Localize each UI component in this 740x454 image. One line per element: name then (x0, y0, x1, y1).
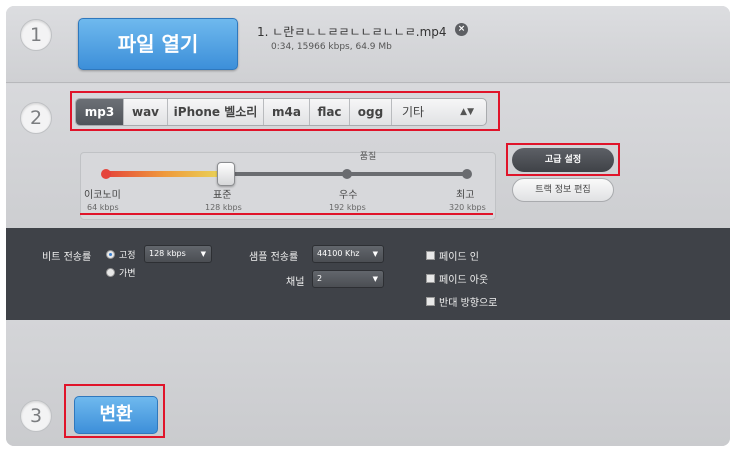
channels-label: 채널 (286, 277, 305, 288)
quality-label: 품질 (359, 152, 377, 162)
fade-out-label: 페이드 아웃 (439, 275, 489, 286)
quality-rate-best: 320 kbps (449, 203, 486, 212)
fade-in-label: 페이드 인 (439, 252, 479, 263)
quality-stop-best[interactable] (462, 169, 472, 179)
quality-track-fill (104, 171, 226, 177)
quality-highlight-underline (80, 213, 493, 215)
samplerate-value: 44100 Khz (317, 249, 360, 258)
reverse-checkbox[interactable] (426, 297, 435, 306)
edit-track-info-button[interactable]: 트랙 정보 편집 (512, 178, 614, 202)
fade-out-checkbox[interactable] (426, 274, 435, 283)
quality-rate-economy: 64 kbps (87, 203, 119, 212)
bitrate-fixed-radio[interactable] (106, 250, 115, 259)
file-meta: 0:34, 15966 kbps, 64.9 Mb (271, 42, 392, 52)
step-open-file: 1 파일 열기 1. ㄴ란ㄹㄴㄴㄹㄹㄴㄴㄹㄴㄴㄹ.mp4 × 0:34, 159… (6, 6, 730, 83)
format-tabs-highlight (70, 91, 500, 131)
channels-dropdown[interactable]: 2 ▼ (312, 270, 384, 288)
chevron-down-icon: ▼ (372, 250, 378, 258)
chevron-down-icon: ▼ (200, 250, 206, 258)
convert-button-highlight (64, 384, 165, 438)
reverse-label: 반대 방향으로 (439, 298, 498, 309)
quality-rate-standard: 128 kbps (205, 203, 242, 212)
bitrate-fixed-label: 고정 (119, 251, 136, 261)
quality-level-economy: 이코노미 (84, 190, 121, 201)
bitrate-variable-radio[interactable] (106, 268, 115, 277)
quality-stop-good[interactable] (342, 169, 352, 179)
bitrate-dropdown[interactable]: 128 kbps ▼ (144, 245, 212, 263)
quality-level-best: 최고 (456, 190, 475, 201)
samplerate-label: 샘플 전송률 (249, 252, 299, 263)
step-number-3: 3 (20, 400, 52, 432)
chevron-down-icon: ▼ (372, 275, 378, 283)
advanced-button-highlight (506, 143, 620, 176)
audio-converter-app: 1 파일 열기 1. ㄴ란ㄹㄴㄴㄹㄹㄴㄴㄹㄴㄴㄹ.mp4 × 0:34, 159… (6, 6, 730, 446)
open-file-button[interactable]: 파일 열기 (78, 18, 238, 70)
quality-stop-economy[interactable] (101, 169, 111, 179)
step-number-1: 1 (20, 19, 52, 51)
samplerate-dropdown[interactable]: 44100 Khz ▼ (312, 245, 384, 263)
quality-slider-thumb[interactable] (217, 162, 235, 186)
bitrate-variable-label: 가변 (119, 269, 136, 279)
fade-in-checkbox[interactable] (426, 251, 435, 260)
quality-level-good: 우수 (339, 190, 358, 201)
file-name: 1. ㄴ란ㄹㄴㄴㄹㄹㄴㄴㄹㄴㄴㄹ.mp4 (257, 25, 447, 39)
quality-level-standard: 표준 (213, 190, 232, 201)
quality-rate-good: 192 kbps (329, 203, 366, 212)
step-number-2: 2 (20, 102, 52, 134)
close-circle-icon[interactable]: × (455, 23, 468, 36)
channels-value: 2 (317, 274, 323, 283)
advanced-settings-panel: 비트 전송률 고정 가변 128 kbps ▼ 샘플 전송률 44100 Khz ▼… (6, 228, 730, 320)
bitrate-label: 비트 전송률 (42, 252, 92, 263)
quality-slider-box (80, 152, 496, 220)
bitrate-value: 128 kbps (149, 249, 186, 258)
